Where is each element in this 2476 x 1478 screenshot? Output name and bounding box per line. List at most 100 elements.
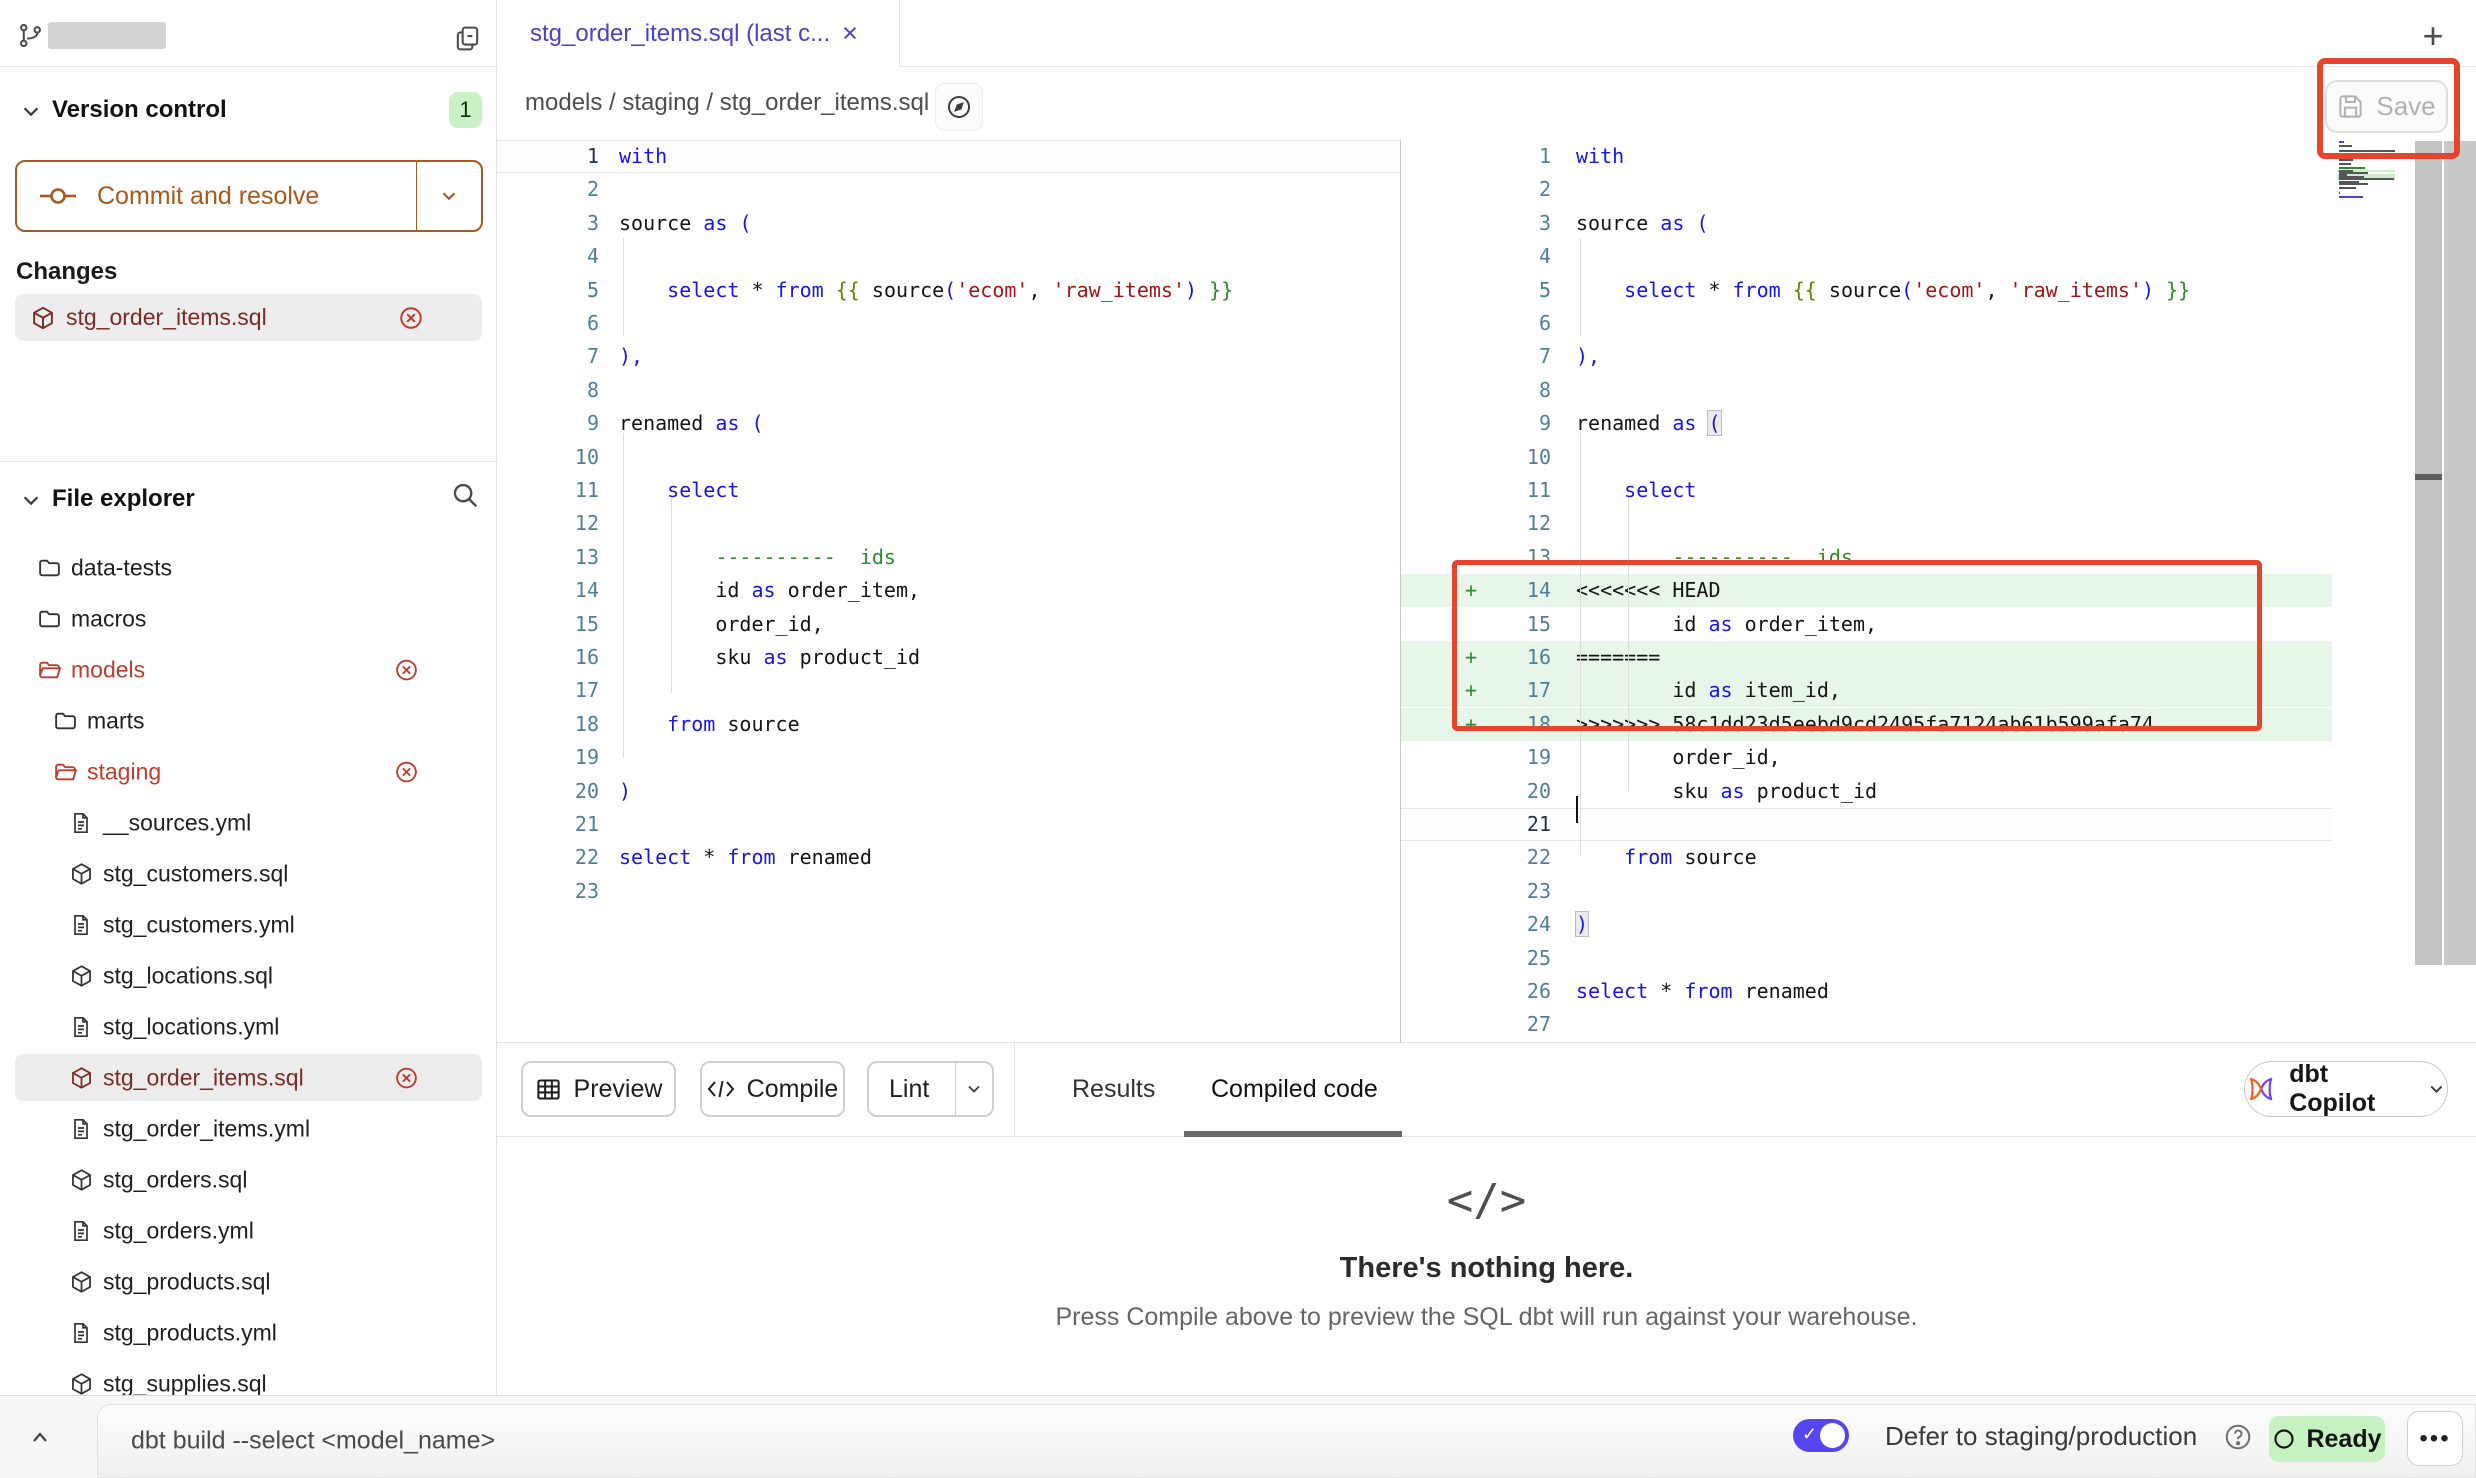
defer-toggle[interactable]: ✓ [1793,1419,1849,1452]
window-scrollbar[interactable] [2444,141,2476,965]
code-line-1[interactable]: 1with [497,140,1400,173]
editor-scrollbar[interactable] [2415,141,2442,965]
code-line-8[interactable]: 8 [497,374,1400,407]
changed-file-row[interactable]: stg_order_items.sql [15,294,482,341]
lineage-button[interactable] [935,83,983,131]
code-line-1[interactable]: 1with [1401,140,2332,173]
tab-close-icon[interactable]: × [842,20,858,47]
discard-change-icon[interactable] [394,1065,419,1090]
version-control-chevron-icon[interactable] [20,100,42,122]
minimap[interactable] [2337,141,2399,201]
expand-panel-chevron-icon[interactable] [22,1420,58,1456]
tab-stg-order-items[interactable]: stg_order_items.sql (last c... × [497,0,900,67]
help-icon[interactable] [2223,1422,2253,1452]
lint-button[interactable]: Lint [867,1061,994,1117]
file-tree-item-stg-orders-sql[interactable]: stg_orders.sql [0,1154,497,1205]
code-line-27[interactable]: 27 [1401,1008,2332,1041]
file-tree-item-stg-locations-sql[interactable]: stg_locations.sql [0,950,497,1001]
code-line-14[interactable]: 14 id as order_item, [497,574,1400,607]
file-explorer-chevron-icon[interactable] [20,489,42,511]
ready-status-badge[interactable]: Ready [2269,1416,2385,1462]
code-line-9[interactable]: 9renamed as ( [1401,407,2332,440]
code-line-7[interactable]: 7), [1401,340,2332,373]
code-line-17[interactable]: 17 [497,674,1400,707]
code-line-22[interactable]: 22 from source [1401,841,2332,874]
tab-compiled-code[interactable]: Compiled code [1211,1075,1378,1104]
file-tree-item--sources-yml[interactable]: __sources.yml [0,797,497,848]
code-line-15[interactable]: 15 id as order_item, [1401,608,2332,641]
code-line-9[interactable]: 9renamed as ( [497,407,1400,440]
commit-and-resolve-button[interactable]: Commit and resolve [15,160,483,232]
file-tree-item-models[interactable]: models [0,644,497,695]
code-line-24[interactable]: 24) [1401,908,2332,941]
code-line-17[interactable]: +17 id as item_id, [1401,674,2332,707]
code-line-23[interactable]: 23 [1401,875,2332,908]
code-line-16[interactable]: +16======= [1401,641,2332,674]
code-line-14[interactable]: +14<<<<<<< HEAD [1401,574,2332,607]
code-line-3[interactable]: 3source as ( [497,207,1400,240]
copy-icon[interactable] [453,24,482,53]
code-line-13[interactable]: 13 ---------- ids [497,541,1400,574]
file-tree-item-stg-orders-yml[interactable]: stg_orders.yml [0,1205,497,1256]
search-icon[interactable] [450,480,480,510]
file-tree-item-stg-products-sql[interactable]: stg_products.sql [0,1256,497,1307]
code-line-10[interactable]: 10 [497,441,1400,474]
file-tree-item-stg-customers-yml[interactable]: stg_customers.yml [0,899,497,950]
code-line-25[interactable]: 25 [1401,942,2332,975]
code-line-22[interactable]: 22select * from renamed [497,841,1400,874]
code-line-20[interactable]: 20 sku as product_id [1401,775,2332,808]
editor-pane-left[interactable]: 1with23source as (45 select * from {{ so… [497,140,1400,1042]
code-line-4[interactable]: 4 [1401,240,2332,273]
dbt-copilot-button[interactable]: dbt Copilot [2244,1061,2448,1117]
command-input-panel[interactable]: dbt build --select <model_name> ✓ Defer … [97,1404,2476,1478]
code-line-19[interactable]: 19 [497,741,1400,774]
code-line-3[interactable]: 3source as ( [1401,207,2332,240]
code-line-23[interactable]: 23 [497,875,1400,908]
code-line-5[interactable]: 5 select * from {{ source('ecom', 'raw_i… [497,274,1400,307]
file-tree-item-staging[interactable]: staging [0,746,497,797]
code-line-11[interactable]: 11 select [1401,474,2332,507]
save-button[interactable]: Save [2325,80,2448,133]
more-options-button[interactable]: ••• [2407,1411,2463,1466]
editor-pane-right[interactable]: 1with23source as (45 select * from {{ so… [1401,140,2332,1042]
code-line-12[interactable]: 12 [1401,507,2332,540]
code-line-20[interactable]: 20) [497,775,1400,808]
file-tree-item-stg-order-items-sql[interactable]: stg_order_items.sql [0,1052,497,1103]
code-line-21[interactable]: 21 [497,808,1400,841]
file-tree-item-macros[interactable]: macros [0,593,497,644]
file-tree-item-data-tests[interactable]: data-tests [0,542,497,593]
discard-change-icon[interactable] [394,759,419,784]
code-line-5[interactable]: 5 select * from {{ source('ecom', 'raw_i… [1401,274,2332,307]
tab-results[interactable]: Results [1072,1075,1155,1104]
file-tree-item-stg-products-yml[interactable]: stg_products.yml [0,1307,497,1358]
code-line-26[interactable]: 26select * from renamed [1401,975,2332,1008]
code-line-6[interactable]: 6 [497,307,1400,340]
code-line-13[interactable]: 13 ---------- ids [1401,541,2332,574]
code-line-2[interactable]: 2 [1401,173,2332,206]
code-line-18[interactable]: +18>>>>>>> 58c1dd23d5eebd9cd2495fa7124ab… [1401,708,2332,741]
file-tree-item-stg-order-items-yml[interactable]: stg_order_items.yml [0,1103,497,1154]
discard-change-icon[interactable] [398,305,424,331]
lint-dropdown-button[interactable] [955,1063,992,1115]
file-tree-item-stg-locations-yml[interactable]: stg_locations.yml [0,1001,497,1052]
code-line-8[interactable]: 8 [1401,374,2332,407]
code-line-16[interactable]: 16 sku as product_id [497,641,1400,674]
code-line-6[interactable]: 6 [1401,307,2332,340]
code-line-7[interactable]: 7), [497,340,1400,373]
code-line-15[interactable]: 15 order_id, [497,608,1400,641]
code-line-11[interactable]: 11 select [497,474,1400,507]
code-line-2[interactable]: 2 [497,173,1400,206]
code-line-10[interactable]: 10 [1401,441,2332,474]
preview-button[interactable]: Preview [521,1061,676,1117]
code-line-12[interactable]: 12 [497,507,1400,540]
code-line-19[interactable]: 19 order_id, [1401,741,2332,774]
file-tree-item-marts[interactable]: marts [0,695,497,746]
discard-change-icon[interactable] [394,657,419,682]
code-line-18[interactable]: 18 from source [497,708,1400,741]
file-tree-item-stg-customers-sql[interactable]: stg_customers.sql [0,848,497,899]
compile-button[interactable]: Compile [700,1061,845,1117]
commit-dropdown-button[interactable] [416,162,481,230]
new-tab-button[interactable]: + [2413,16,2453,56]
editor-scrollbar-thumb[interactable] [2415,474,2442,480]
code-line-4[interactable]: 4 [497,240,1400,273]
